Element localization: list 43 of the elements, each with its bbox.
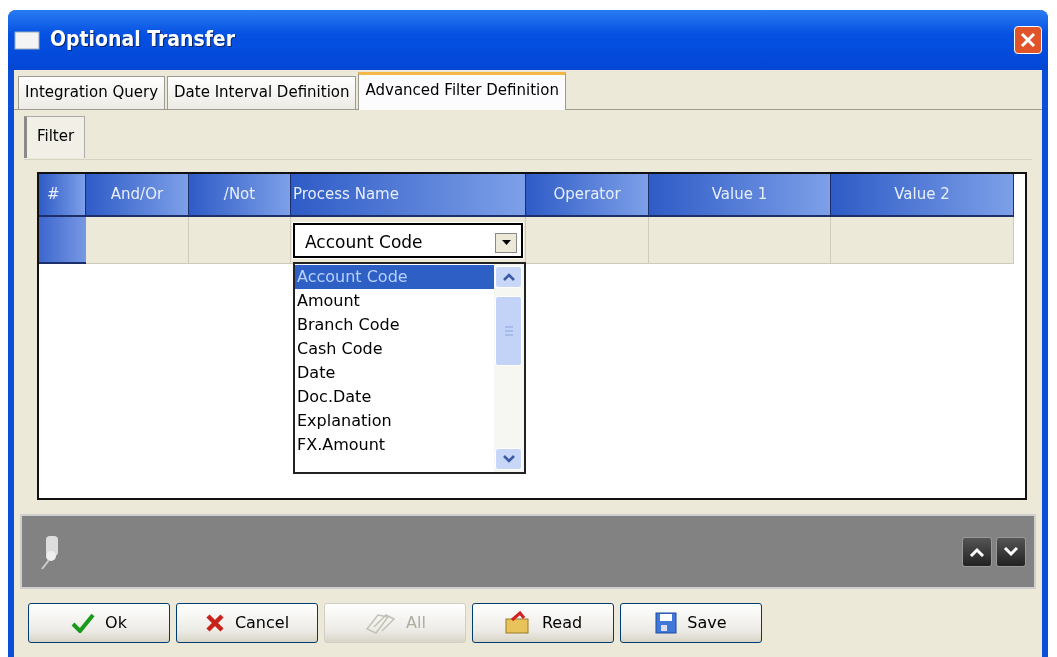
dropdown-option[interactable]: Doc.Date — [295, 385, 494, 409]
column-header[interactable]: Value 2 — [831, 174, 1014, 217]
column-header[interactable]: Value 1 — [649, 174, 831, 217]
scroll-up-button[interactable] — [495, 266, 522, 288]
gloves-icon — [364, 611, 397, 635]
dropdown-option[interactable]: Account Code — [295, 265, 494, 289]
tab[interactable]: Date Interval Definition — [167, 76, 357, 109]
chevron-down-icon — [1003, 546, 1019, 557]
read-button[interactable]: Read — [472, 603, 614, 643]
dropdown-field[interactable]: Account Code — [293, 223, 523, 258]
dropdown-option[interactable]: Amount — [295, 289, 494, 313]
scroll-thumb[interactable] — [495, 296, 522, 366]
save-button[interactable]: Save — [620, 603, 762, 643]
window-icon — [14, 30, 40, 50]
close-button[interactable] — [1014, 26, 1042, 54]
scrollbar[interactable] — [494, 264, 524, 472]
tab[interactable]: Integration Query — [18, 76, 165, 109]
column-header[interactable]: And/Or — [86, 174, 189, 217]
folder-icon — [503, 611, 532, 635]
column-header[interactable]: Process Name — [291, 174, 526, 217]
dropdown-option[interactable]: FX.Amount — [295, 433, 494, 457]
tab[interactable]: Advanced Filter Definition — [358, 72, 566, 110]
dropdown-option[interactable]: Explanation — [295, 409, 494, 433]
checkmark-icon — [71, 613, 96, 633]
ok-button[interactable]: Ok — [28, 603, 170, 643]
column-header[interactable]: Operator — [526, 174, 649, 217]
tab[interactable]: Filter — [24, 116, 86, 158]
move-down-button[interactable] — [996, 536, 1026, 567]
chevron-up-icon — [502, 273, 515, 281]
column-header[interactable]: # — [39, 174, 86, 217]
window-title: Optional Transfer — [50, 26, 235, 54]
scroll-down-button[interactable] — [495, 448, 522, 470]
close-icon — [1020, 32, 1036, 48]
dropdown-option[interactable]: Cash Code — [295, 337, 494, 361]
cross-icon — [204, 613, 225, 633]
dropdown-arrow-icon — [501, 240, 511, 245]
dropdown-option[interactable]: Branch Code — [295, 313, 494, 337]
row-indicator[interactable] — [39, 217, 86, 264]
chevron-up-icon — [969, 546, 985, 557]
cancel-button[interactable]: Cancel — [176, 603, 318, 643]
chevron-down-icon — [502, 455, 515, 463]
move-up-button[interactable] — [962, 536, 992, 567]
dropdown-option[interactable]: Date — [295, 361, 494, 385]
